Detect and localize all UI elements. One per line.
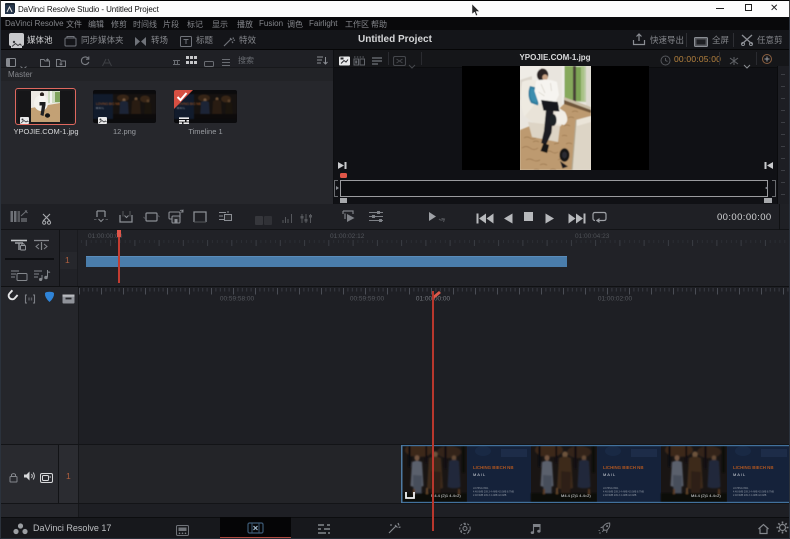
svg-text:M A I L: M A I L — [96, 106, 104, 110]
svg-text:01:00:02:12: 01:00:02:12 — [330, 233, 365, 240]
svg-text:00:59:58:00: 00:59:58:00 — [220, 296, 255, 303]
svg-text:LOVING BIG NB: LOVING BIG NB — [96, 102, 120, 106]
svg-text:01:00:04:23: 01:00:04:23 — [575, 233, 610, 240]
svg-text:01:00:02:00: 01:00:02:00 — [598, 296, 633, 303]
svg-text:00:59:59:00: 00:59:59:00 — [350, 296, 385, 303]
